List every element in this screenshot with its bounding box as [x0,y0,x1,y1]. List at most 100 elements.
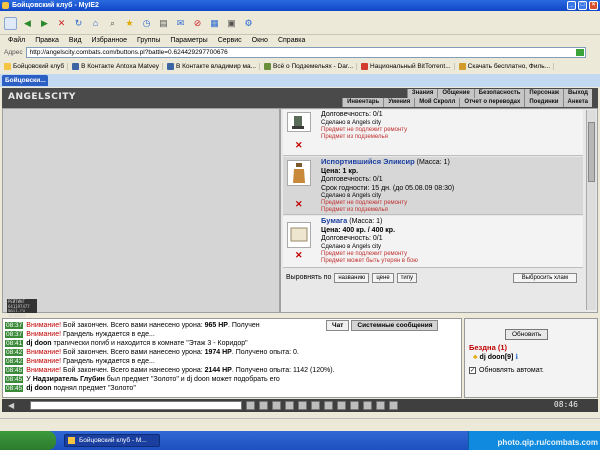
item-name[interactable]: Бумага [321,216,347,225]
nav-profile[interactable]: Анкета [562,98,592,107]
checkbox-icon[interactable]: ✓ [469,367,476,374]
auto-refresh-checkbox[interactable]: ✓ Обновлять автомат. [469,367,544,374]
back-icon[interactable]: ◀ [21,17,34,30]
link-item[interactable]: Национальный BitTorrent... [361,63,455,70]
menu-tools[interactable]: Сервис [218,35,242,46]
drop-item-icon[interactable]: ✕ [295,140,303,151]
settings-icon[interactable]: ⚙ [242,17,255,30]
minimize-button[interactable]: _ [567,1,576,10]
nav-top: Знания Общение Безопасность Персонаж Вых… [406,89,592,98]
window-titlebar[interactable]: Бойцовский клуб - MyIE2 _ □ × [0,0,600,11]
item-name[interactable]: Испортившийся Эликсир [321,157,415,166]
inventory-item: ✕ Испортившийся Эликсир (Масса: 1) Цена:… [283,157,583,215]
game-header: ANGELSCITY Знания Общение Безопасность П… [2,88,598,108]
home-icon[interactable]: ⌂ [89,17,102,30]
clear-icon[interactable] [259,401,268,410]
link-item[interactable]: Скачать бесплатно, Филь... [458,63,555,70]
nav-security[interactable]: Безопасность [473,89,525,98]
drop-item-icon[interactable]: ✕ [295,199,303,210]
history-icon[interactable]: ◷ [140,17,153,30]
private-icon[interactable] [311,401,320,410]
smile-icon[interactable] [285,401,294,410]
link-item[interactable]: В Контакте Antoxa Matvey [72,63,163,70]
popup-block-icon[interactable]: ⊘ [191,17,204,30]
scrollbar-thumb[interactable] [588,122,595,182]
address-input[interactable]: http://angelscity.combats.com/buttons.pl… [25,47,586,58]
print-icon[interactable]: ▤ [157,17,170,30]
filter-icon[interactable] [272,401,281,410]
search-icon[interactable]: ⌕ [106,17,119,30]
address-url: http://angelscity.combats.com/buttons.pl… [29,49,228,56]
nav-battles[interactable]: Поединки [524,98,563,107]
fullscreen-icon[interactable]: ▣ [225,17,238,30]
sort-by-price-button[interactable]: цене [372,272,394,283]
menu-file[interactable]: Файл [8,35,25,46]
item-image [287,222,311,248]
new-page-icon[interactable] [4,16,17,30]
nav-character[interactable]: Персонаж [524,89,563,98]
nav-knowledge[interactable]: Знания [406,89,438,98]
tile-windows-icon[interactable]: ▦ [208,17,221,30]
link-item[interactable]: Всё о Подземельях - Dar... [264,63,358,70]
close-button[interactable]: × [589,1,598,10]
nav-transfer-report[interactable]: Отчет о переводах [459,98,525,107]
send-icon[interactable] [246,401,255,410]
forward-icon[interactable]: ▶ [38,17,51,30]
online-panel: Обновить Бездна (1) ♣ dj doon[9] ℹ ✓ Обн… [464,318,598,398]
inventory-item: ✕ Долговечность: 0/1 Сделано в Angels ci… [283,110,583,156]
site-icon [458,63,466,70]
inventory-scrollbar[interactable] [586,110,596,310]
menu-groups[interactable]: Группы [137,35,160,46]
menu-window[interactable]: Окно [252,35,268,46]
sort-by-type-button[interactable]: типу [396,272,418,283]
nav-skills[interactable]: Умения [383,98,415,107]
menu-options[interactable]: Параметры [170,35,207,46]
chat-toggle-icon[interactable]: ◀ [8,401,14,410]
settings-icon[interactable] [363,401,372,410]
stop-icon[interactable]: ✕ [55,17,68,30]
favorites-icon[interactable]: ★ [123,17,136,30]
maximize-button[interactable]: □ [578,1,587,10]
tab-system-messages[interactable]: Системные сообщения [351,320,439,331]
sound-icon[interactable] [337,401,346,410]
log-icon[interactable] [376,401,385,410]
sort-label: Выровнять по [286,274,332,281]
item-details: Бумага (Масса: 1) Цена: 400 кр. / 400 кр… [321,216,418,264]
tab-chat[interactable]: Чат [326,320,350,331]
link-item[interactable]: В Контакте владимир ма... [166,63,261,70]
browser-toolbar: ◀ ▶ ✕ ↻ ⌂ ⌕ ★ ◷ ▤ ✉ ⊘ ▦ ▣ ⚙ [0,12,600,35]
menu-favorites[interactable]: Избранное [92,35,127,46]
nav-inventory[interactable]: Инвентарь [342,98,384,107]
clan-chat-icon[interactable] [324,401,333,410]
menu-help[interactable]: Справка [278,35,305,46]
mail-icon[interactable]: ✉ [174,17,187,30]
online-user[interactable]: ♣ dj doon[9] ℹ [473,353,518,361]
site-icon [264,63,272,70]
site-icon [4,63,11,70]
sort-by-name-button[interactable]: названию [334,272,370,283]
chat-input[interactable] [30,401,242,410]
menu-edit[interactable]: Правка [35,35,59,46]
window-controls: _ □ × [567,1,598,10]
go-icon[interactable] [575,49,584,56]
taskbar-window[interactable]: Бойцовский клуб - М... [64,434,160,447]
site-icon [72,63,80,70]
app-icon [68,437,75,444]
tab-fightclub[interactable]: Бойцовски... [2,75,48,86]
nav-exit[interactable]: Выход [562,89,592,98]
throw-junk-button[interactable]: Выбросить хлам [512,272,577,283]
site-icon [166,63,174,70]
help-icon[interactable] [350,401,359,410]
map-icon[interactable] [389,401,398,410]
nav-communication[interactable]: Общение [437,89,474,98]
nav-my-scroll[interactable]: Мой Скролл [414,98,460,107]
app-icon [2,2,9,9]
drop-item-icon[interactable]: ✕ [295,250,303,261]
start-button[interactable] [0,431,56,450]
refresh-button[interactable]: Обновить [505,329,549,340]
refresh-icon[interactable]: ↻ [72,17,85,30]
info-icon[interactable]: ℹ [515,354,518,361]
menu-view[interactable]: Вид [69,35,82,46]
link-item[interactable]: Бойцовский клуб [4,63,69,70]
translit-icon[interactable] [298,401,307,410]
